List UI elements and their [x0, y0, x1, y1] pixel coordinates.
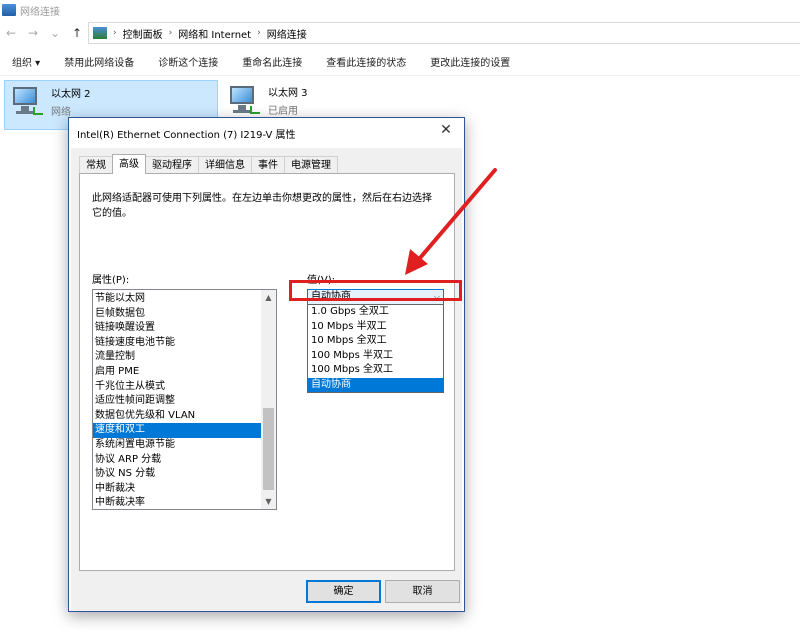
- list-item[interactable]: 协议 ARP 分载: [93, 453, 261, 468]
- dropdown-option[interactable]: 10 Mbps 半双工: [308, 320, 443, 335]
- control-panel-icon: [93, 27, 107, 39]
- back-button[interactable]: ←: [0, 23, 22, 43]
- breadcrumb-network-connections[interactable]: 网络连接: [267, 26, 307, 41]
- close-icon[interactable]: ✕: [438, 122, 454, 140]
- forward-button[interactable]: →: [22, 23, 44, 43]
- dropdown-option[interactable]: 100 Mbps 半双工: [308, 349, 443, 364]
- list-item[interactable]: 链接唤醒设置: [93, 321, 261, 336]
- chevron-right-icon: ›: [113, 28, 117, 38]
- list-item[interactable]: 巨帧数据包: [93, 307, 261, 322]
- command-bar: 组织 ▾ 禁用此网络设备 诊断这个连接 重命名此连接 查看此连接的状态 更改此连…: [0, 48, 800, 76]
- window-titlebar: 网络连接: [0, 0, 800, 20]
- scroll-down-arrow-icon[interactable]: ▼: [261, 494, 276, 509]
- list-item[interactable]: 系统闲置电源节能: [93, 438, 261, 453]
- dropdown-option-selected[interactable]: 自动协商: [308, 377, 443, 392]
- breadcrumb-network-internet[interactable]: 网络和 Internet: [178, 26, 251, 41]
- list-item[interactable]: 链接速度电池节能: [93, 336, 261, 351]
- value-dropdown-list[interactable]: 1.0 Gbps 全双工 10 Mbps 半双工 10 Mbps 全双工 100…: [307, 304, 444, 393]
- dialog-title: Intel(R) Ethernet Connection (7) I219-V …: [77, 130, 296, 141]
- network-adapter-icon: [228, 84, 260, 116]
- tab-driver[interactable]: 驱动程序: [145, 156, 199, 174]
- property-list-scrollbar[interactable]: ▲ ▼: [261, 290, 276, 509]
- address-bar[interactable]: › 控制面板 › 网络和 Internet › 网络连接: [88, 22, 800, 44]
- list-item[interactable]: 中断裁决: [93, 482, 261, 497]
- list-item[interactable]: 适应性帧间距调整: [93, 394, 261, 409]
- adapter-status: 网络: [51, 107, 71, 118]
- network-connections-icon: [2, 4, 16, 16]
- tab-power-management[interactable]: 电源管理: [284, 156, 338, 174]
- dropdown-option[interactable]: 10 Mbps 全双工: [308, 334, 443, 349]
- adapter-name: 以太网 3: [268, 88, 308, 99]
- description-text: 此网络适配器可使用下列属性。在左边单击你想更改的属性，然后在右边选择它的值。: [92, 193, 432, 219]
- list-item[interactable]: 中断裁决率: [93, 496, 261, 509]
- list-item[interactable]: 千兆位主从模式: [93, 380, 261, 395]
- ok-button[interactable]: 确定: [306, 580, 381, 603]
- tab-events[interactable]: 事件: [251, 156, 285, 174]
- annotation-highlight-box: [289, 280, 462, 301]
- address-row: ← → ⌄ ↑ › 控制面板 › 网络和 Internet › 网络连接: [0, 22, 800, 44]
- diagnose-button[interactable]: 诊断这个连接: [158, 54, 218, 69]
- up-button[interactable]: ↑: [66, 23, 88, 43]
- change-settings-button[interactable]: 更改此连接的设置: [430, 54, 510, 69]
- rename-button[interactable]: 重命名此连接: [242, 54, 302, 69]
- scroll-thumb[interactable]: [263, 408, 274, 490]
- cancel-button[interactable]: 取消: [385, 580, 460, 603]
- dropdown-option[interactable]: 1.0 Gbps 全双工: [308, 305, 443, 320]
- network-adapter-icon: [11, 85, 43, 117]
- property-list[interactable]: 节能以太网 巨帧数据包 链接唤醒设置 链接速度电池节能 流量控制 启用 PME …: [92, 289, 277, 510]
- list-item[interactable]: 节能以太网: [93, 292, 261, 307]
- chevron-right-icon: ›: [168, 28, 173, 38]
- list-item[interactable]: 数据包优先级和 VLAN: [93, 409, 261, 424]
- view-status-button[interactable]: 查看此连接的状态: [326, 54, 406, 69]
- property-label: 属性(P):: [92, 275, 130, 286]
- chevron-right-icon: ›: [257, 28, 261, 38]
- tab-details[interactable]: 详细信息: [198, 156, 252, 174]
- tab-strip: 常规 高级 驱动程序 详细信息 事件 电源管理: [79, 154, 338, 174]
- advanced-panel: 此网络适配器可使用下列属性。在左边单击你想更改的属性，然后在右边选择它的值。 属…: [79, 173, 455, 571]
- disable-device-button[interactable]: 禁用此网络设备: [64, 54, 134, 69]
- adapter-status: 已启用: [268, 106, 298, 117]
- tab-advanced[interactable]: 高级: [112, 154, 146, 174]
- tab-general[interactable]: 常规: [79, 156, 113, 174]
- window-title: 网络连接: [20, 6, 60, 18]
- organize-menu[interactable]: 组织 ▾: [12, 54, 40, 69]
- recent-locations-button[interactable]: ⌄: [44, 23, 66, 43]
- adapter-name: 以太网 2: [51, 89, 91, 100]
- dropdown-option[interactable]: 100 Mbps 全双工: [308, 363, 443, 378]
- list-item[interactable]: 流量控制: [93, 350, 261, 365]
- breadcrumb-control-panel[interactable]: 控制面板: [123, 26, 163, 41]
- list-item-selected[interactable]: 速度和双工: [93, 423, 261, 438]
- list-item[interactable]: 协议 NS 分载: [93, 467, 261, 482]
- annotation-arrow-icon: [405, 168, 497, 275]
- list-item[interactable]: 启用 PME: [93, 365, 261, 380]
- scroll-up-arrow-icon[interactable]: ▲: [261, 290, 276, 305]
